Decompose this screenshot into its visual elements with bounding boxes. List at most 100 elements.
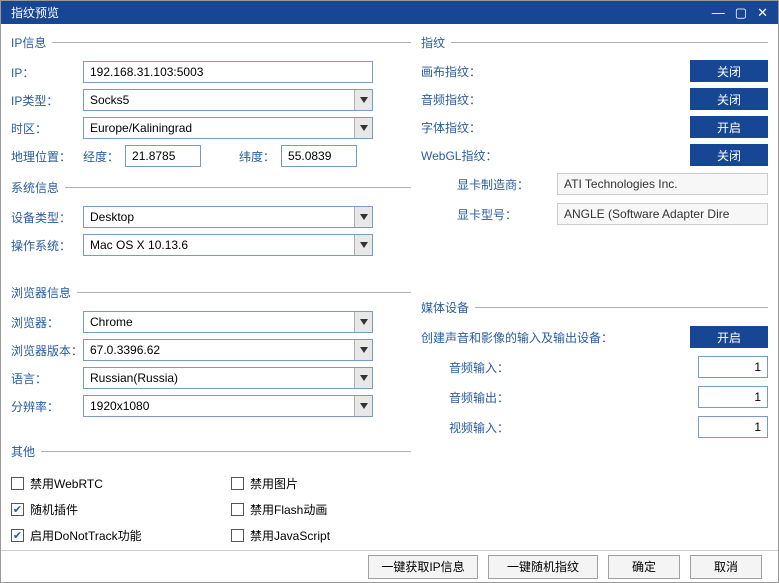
tz-label: 时区： — [11, 120, 83, 137]
ip-section-title: IP信息 — [11, 34, 52, 51]
webgl-fp-label: WebGL指纹： — [421, 147, 515, 164]
os-select[interactable] — [83, 234, 373, 256]
res-select[interactable] — [83, 395, 373, 417]
video-in-input[interactable] — [698, 416, 768, 438]
font-fp-toggle[interactable]: 开启 — [690, 116, 768, 138]
video-in-label: 视频输入： — [449, 419, 539, 436]
lang-select[interactable] — [83, 367, 373, 389]
chevron-down-icon[interactable] — [354, 340, 372, 360]
fetch-ip-button[interactable]: 一键获取IP信息 — [368, 555, 478, 579]
sys-section-title: 系统信息 — [11, 179, 65, 196]
checkbox-icon — [231, 503, 244, 516]
maximize-icon[interactable]: ▢ — [735, 6, 747, 19]
chevron-down-icon[interactable] — [354, 312, 372, 332]
audio-out-label: 音频输出： — [449, 389, 539, 406]
checkbox-icon — [231, 477, 244, 490]
chevron-down-icon[interactable] — [354, 118, 372, 138]
audio-in-input[interactable] — [698, 356, 768, 378]
check-label: 禁用Flash动画 — [250, 501, 327, 518]
ip-type-select[interactable] — [83, 89, 373, 111]
tz-select[interactable] — [83, 117, 373, 139]
media-create-label: 创建声音和影像的输入及输出设备： — [421, 329, 690, 346]
chevron-down-icon[interactable] — [354, 396, 372, 416]
ip-label: IP： — [11, 64, 83, 81]
lat-label: 纬度： — [239, 148, 275, 165]
browser-ver-value[interactable] — [83, 339, 373, 361]
check-label: 禁用JavaScript — [250, 527, 330, 544]
browser-ver-select[interactable] — [83, 339, 373, 361]
window-controls: — ▢ ✕ — [712, 6, 768, 19]
lng-label: 经度： — [83, 148, 119, 165]
browser-name-select[interactable] — [83, 311, 373, 333]
canvas-fp-toggle[interactable]: 关闭 — [690, 60, 768, 82]
gpu-model-label: 显卡型号： — [457, 206, 557, 223]
footer: 一键获取IP信息 一键随机指纹 确定 取消 — [1, 550, 778, 582]
gpu-model-value: ANGLE (Software Adapter Dire — [557, 203, 768, 225]
check-label: 启用DoNotTrack功能 — [30, 527, 142, 544]
gpu-vendor-label: 显卡制造商： — [457, 176, 557, 193]
os-value[interactable] — [83, 234, 373, 256]
canvas-fp-label: 画布指纹： — [421, 63, 515, 80]
media-create-toggle[interactable]: 开启 — [690, 326, 768, 348]
audio-in-label: 音频输入： — [449, 359, 539, 376]
res-label: 分辨率： — [11, 398, 83, 415]
browser-section-title: 浏览器信息 — [11, 284, 77, 301]
sys-section: 系统信息 设备类型： 操作系统： — [11, 179, 411, 260]
checkbox-icon — [11, 477, 24, 490]
minimize-icon[interactable]: — — [712, 6, 725, 19]
check-label: 禁用WebRTC — [30, 475, 103, 492]
content: IP信息 IP： IP类型： 时区： — [1, 24, 778, 550]
checkbox-checked-icon: ✔ — [11, 529, 24, 542]
titlebar: 指纹预览 — ▢ ✕ — [1, 1, 778, 24]
other-section: 其他 禁用WebRTC ✔ 随机插件 ✔ 启用DoNotTr — [11, 443, 411, 548]
lat-input[interactable] — [281, 145, 357, 167]
check-disable-js[interactable]: 禁用JavaScript — [231, 522, 411, 548]
browser-ver-label: 浏览器版本： — [11, 342, 83, 359]
chevron-down-icon[interactable] — [354, 90, 372, 110]
lang-label: 语言： — [11, 370, 83, 387]
check-disable-webrtc[interactable]: 禁用WebRTC — [11, 470, 231, 496]
webgl-fp-toggle[interactable]: 关闭 — [690, 144, 768, 166]
check-disable-flash[interactable]: 禁用Flash动画 — [231, 496, 411, 522]
browser-name-label: 浏览器： — [11, 314, 83, 331]
window: 指纹预览 — ▢ ✕ IP信息 IP： IP类型： — [0, 0, 779, 583]
lng-input[interactable] — [125, 145, 201, 167]
check-random-plugin[interactable]: ✔ 随机插件 — [11, 496, 231, 522]
checkbox-icon — [231, 529, 244, 542]
geo-label: 地理位置： — [11, 148, 83, 165]
cancel-button[interactable]: 取消 — [690, 555, 762, 579]
close-icon[interactable]: ✕ — [757, 6, 768, 19]
right-column: 指纹 画布指纹： 关闭 音频指纹： 关闭 字体指纹： 开启 WebG — [421, 28, 768, 550]
device-select[interactable] — [83, 206, 373, 228]
media-section: 媒体设备 创建声音和影像的输入及输出设备： 开启 音频输入： 音频输出： 视频输… — [421, 299, 768, 442]
check-label: 禁用图片 — [250, 475, 298, 492]
device-label: 设备类型： — [11, 209, 83, 226]
checkbox-checked-icon: ✔ — [11, 503, 24, 516]
chevron-down-icon[interactable] — [354, 235, 372, 255]
ip-section: IP信息 IP： IP类型： 时区： — [11, 34, 411, 171]
browser-section: 浏览器信息 浏览器： 浏览器版本： 语言： — [11, 284, 411, 421]
ok-button[interactable]: 确定 — [608, 555, 680, 579]
ip-type-label: IP类型： — [11, 92, 83, 109]
lang-value[interactable] — [83, 367, 373, 389]
device-value[interactable] — [83, 206, 373, 228]
fp-section: 指纹 画布指纹： 关闭 音频指纹： 关闭 字体指纹： 开启 WebG — [421, 34, 768, 229]
chevron-down-icon[interactable] — [354, 207, 372, 227]
ip-input[interactable] — [83, 61, 373, 83]
audio-fp-toggle[interactable]: 关闭 — [690, 88, 768, 110]
check-label: 随机插件 — [30, 501, 78, 518]
random-fp-button[interactable]: 一键随机指纹 — [488, 555, 598, 579]
fp-section-title: 指纹 — [421, 34, 451, 51]
left-column: IP信息 IP： IP类型： 时区： — [11, 28, 411, 550]
chevron-down-icon[interactable] — [354, 368, 372, 388]
gpu-vendor-value: ATI Technologies Inc. — [557, 173, 768, 195]
tz-value[interactable] — [83, 117, 373, 139]
check-disable-image[interactable]: 禁用图片 — [231, 470, 411, 496]
audio-out-input[interactable] — [698, 386, 768, 408]
os-label: 操作系统： — [11, 237, 83, 254]
res-value[interactable] — [83, 395, 373, 417]
browser-name-value[interactable] — [83, 311, 373, 333]
other-section-title: 其他 — [11, 443, 41, 460]
check-enable-dnt[interactable]: ✔ 启用DoNotTrack功能 — [11, 522, 231, 548]
ip-type-value[interactable] — [83, 89, 373, 111]
